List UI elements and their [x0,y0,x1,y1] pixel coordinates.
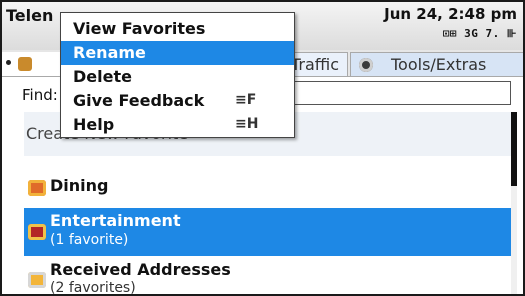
tab-overflow[interactable] [2,52,61,76]
category-icon [28,224,46,240]
find-label: Find: [22,86,58,104]
menu-item-shortcut: ≡F [235,92,257,108]
menu-item-view-favorites[interactable]: View Favorites [61,17,294,41]
menu-item-label: Rename [73,43,146,62]
menu-item-label: View Favorites [73,19,206,38]
scroll-thumb[interactable] [511,112,517,186]
list-item[interactable]: Received Addresses (2 favorites) [24,258,511,296]
tools-icon [359,58,373,72]
menu-item-label: Delete [73,67,132,86]
folder-icon [18,57,32,71]
dot-icon [6,60,11,65]
context-menu: View Favorites Rename Delete Give Feedba… [60,12,295,138]
clock: Jun 24, 2:48 pm [384,5,517,23]
menu-item-shortcut: ≡H [235,116,259,132]
list-item-count: (2 favorites) [50,280,136,296]
list-item[interactable]: Entertainment (1 favorite) [24,208,511,256]
tab-tools-extras[interactable]: Tools/Extras [350,52,523,76]
menu-item-delete[interactable]: Delete [61,65,294,89]
menu-item-help[interactable]: Help ≡H [61,113,294,137]
list-item-count: (1 favorite) [50,232,129,248]
status-icons: ⊡⊞ 3G 7. ⊪ [442,27,517,40]
tab-traffic-label: Traffic [291,55,340,74]
list-item-name: Dining [50,176,109,195]
app-title: Telen [6,6,54,25]
menu-item-label: Give Feedback [73,91,205,110]
phone-screen: Telen Jun 24, 2:48 pm ⊡⊞ 3G 7. ⊪ Traffic… [0,0,525,296]
category-icon [28,272,46,288]
list-item[interactable]: Dining [24,170,511,202]
menu-item-label: Help [73,115,115,134]
list-item-name: Entertainment [50,211,181,230]
menu-item-give-feedback[interactable]: Give Feedback ≡F [61,89,294,113]
favorites-list: Create New Favorite Dining Entertainment… [24,112,511,294]
list-item-name: Received Addresses [50,260,231,279]
tab-tools-label: Tools/Extras [391,55,487,74]
scrollbar[interactable] [511,112,517,294]
menu-item-rename[interactable]: Rename [61,41,294,65]
category-icon [28,180,46,196]
